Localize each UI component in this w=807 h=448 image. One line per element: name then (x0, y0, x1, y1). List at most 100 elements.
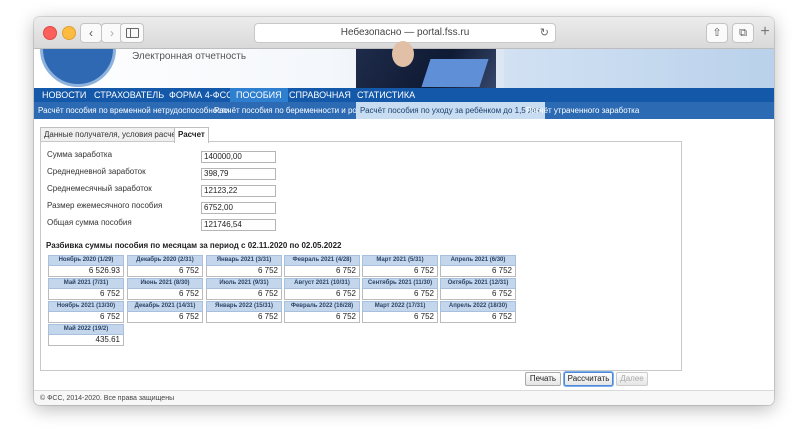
month-amount: 6 752 (362, 312, 438, 323)
main-nav-form-4fss[interactable]: ФОРМА 4-ФСС (169, 88, 233, 102)
label-avg-monthly: Среднемесячный заработок (47, 184, 152, 193)
sub-nav-child-care[interactable]: Расчёт пособия по уходу за ребёнком до 1… (356, 102, 545, 119)
total-benefit-field[interactable]: 121746,54 (201, 219, 276, 231)
month-label: Февраль 2021 (4/28) (284, 255, 360, 266)
tab-calculation[interactable]: Расчет (174, 127, 209, 143)
next-button[interactable]: Далее (616, 372, 648, 386)
month-cell: Декабрь 2020 (2/31) 6 752 (127, 255, 203, 277)
chevron-right-icon: › (110, 26, 114, 40)
month-cell: Октябрь 2021 (12/31) 6 752 (440, 278, 516, 300)
month-label: Октябрь 2021 (12/31) (440, 278, 516, 289)
month-amount: 6 752 (284, 312, 360, 323)
month-cell: Май 2022 (19/2) 435.61 (48, 324, 124, 346)
month-amount: 6 752 (440, 266, 516, 277)
sidebar-toggle-button[interactable] (120, 23, 144, 43)
month-cell: Январь 2021 (3/31) 6 752 (206, 255, 282, 277)
banner-background (504, 49, 774, 88)
month-label: Февраль 2022 (16/28) (284, 301, 360, 312)
month-label: Июнь 2021 (8/30) (127, 278, 203, 289)
month-amount: 6 752 (127, 289, 203, 300)
sub-nav-lost-earnings[interactable]: Расчёт утраченного заработка (526, 102, 639, 119)
month-cell: Февраль 2021 (4/28) 6 752 (284, 255, 360, 277)
main-nav-benefits[interactable]: ПОСОБИЯ (230, 88, 288, 102)
month-label: Январь 2022 (15/31) (206, 301, 282, 312)
print-button[interactable]: Печать (525, 372, 561, 386)
month-cell: Август 2021 (10/31) 6 752 (284, 278, 360, 300)
month-label: Ноябрь 2020 (1/29) (48, 255, 124, 266)
sidebar-icon (126, 28, 139, 38)
month-label: Август 2021 (10/31) (284, 278, 360, 289)
monthly-benefit-field[interactable]: 6752,00 (201, 202, 276, 214)
address-bar[interactable]: Небезопасно — portal.fss.ru ↻ (254, 23, 556, 43)
month-cell: Апрель 2022 (18/30) 6 752 (440, 301, 516, 323)
share-button[interactable]: ⇧ (706, 23, 728, 43)
month-label: Сентябрь 2021 (11/30) (362, 278, 438, 289)
sub-nav: Расчёт пособия по временной нетрудоспосо… (34, 102, 774, 119)
month-amount: 6 752 (48, 289, 124, 300)
month-label: Ноябрь 2021 (13/30) (48, 301, 124, 312)
page-footer: © ФСС, 2014-2020. Все права защищены (34, 390, 774, 405)
month-cell: Март 2022 (17/31) 6 752 (362, 301, 438, 323)
main-nav-statistics[interactable]: СТАТИСТИКА (357, 88, 415, 102)
month-label: Апрель 2021 (6/30) (440, 255, 516, 266)
month-amount: 6 526.93 (48, 266, 124, 277)
main-nav-reference[interactable]: СПРАВОЧНАЯ (289, 88, 351, 102)
month-label: Июль 2021 (9/31) (206, 278, 282, 289)
label-total-benefit: Общая сумма пособия (47, 218, 132, 227)
minimize-window-button[interactable] (62, 26, 76, 40)
month-cell: Ноябрь 2021 (13/30) 6 752 (48, 301, 124, 323)
month-amount: 435.61 (48, 335, 124, 346)
month-label: Май 2021 (7/31) (48, 278, 124, 289)
month-cell: Апрель 2021 (6/30) 6 752 (440, 255, 516, 277)
month-cell: Июнь 2021 (8/30) 6 752 (127, 278, 203, 300)
month-amount: 6 752 (284, 266, 360, 277)
label-monthly-benefit: Размер ежемесячного пособия (47, 201, 163, 210)
breakdown-title: Разбивка суммы пособия по месяцам за пер… (46, 241, 342, 250)
month-label: Март 2021 (5/31) (362, 255, 438, 266)
month-label: Апрель 2022 (18/30) (440, 301, 516, 312)
site-subtitle: Электронная отчетность (132, 51, 247, 62)
main-nav-insurer[interactable]: СТРАХОВАТЕЛЬ (94, 88, 164, 102)
month-cell: Ноябрь 2020 (1/29) 6 526.93 (48, 255, 124, 277)
browser-window: ‹ › Небезопасно — portal.fss.ru ↻ ⇧ ⧉ + … (34, 17, 774, 405)
chevron-left-icon: ‹ (89, 26, 93, 40)
month-amount: 6 752 (440, 289, 516, 300)
month-amount: 6 752 (206, 266, 282, 277)
month-cell: Июль 2021 (9/31) 6 752 (206, 278, 282, 300)
label-avg-daily: Среднедневной заработок (47, 167, 146, 176)
back-button[interactable]: ‹ (80, 23, 102, 43)
new-tab-button[interactable]: + (757, 23, 773, 41)
reload-icon[interactable]: ↻ (540, 24, 549, 42)
sub-nav-maternity[interactable]: Расчёт пособия по беременности и родам (214, 102, 371, 119)
month-cell: Декабрь 2021 (14/31) 6 752 (127, 301, 203, 323)
month-amount: 6 752 (206, 312, 282, 323)
month-label: Январь 2021 (3/31) (206, 255, 282, 266)
calculate-button[interactable]: Рассчитать (564, 372, 613, 386)
month-amount: 6 752 (284, 289, 360, 300)
month-amount: 6 752 (48, 312, 124, 323)
month-amount: 6 752 (362, 289, 438, 300)
month-cell: Февраль 2022 (16/28) 6 752 (284, 301, 360, 323)
month-cell: Март 2021 (5/31) 6 752 (362, 255, 438, 277)
avg-daily-field[interactable]: 398,79 (201, 168, 276, 180)
month-amount: 6 752 (206, 289, 282, 300)
month-amount: 6 752 (127, 266, 203, 277)
address-text: Небезопасно — portal.fss.ru (340, 27, 470, 38)
tabs-overview-button[interactable]: ⧉ (732, 23, 754, 43)
month-cell: Январь 2022 (15/31) 6 752 (206, 301, 282, 323)
close-window-button[interactable] (43, 26, 57, 40)
month-label: Май 2022 (19/2) (48, 324, 124, 335)
month-cell: Сентябрь 2021 (11/30) 6 752 (362, 278, 438, 300)
sub-nav-sick-leave[interactable]: Расчёт пособия по временной нетрудоспосо… (38, 102, 229, 119)
month-label: Декабрь 2021 (14/31) (127, 301, 203, 312)
copyright-text: © ФСС, 2014-2020. Все права защищены (40, 395, 175, 402)
label-earnings-sum: Сумма заработка (47, 150, 113, 159)
main-nav-news[interactable]: НОВОСТИ (42, 88, 86, 102)
fss-logo (34, 49, 126, 88)
tab-recipient-data[interactable]: Данные получателя, условия расчета (40, 127, 188, 142)
share-icon: ⇧ (712, 27, 722, 39)
avg-monthly-field[interactable]: 12123,22 (201, 185, 276, 197)
month-label: Декабрь 2020 (2/31) (127, 255, 203, 266)
earnings-sum-field[interactable]: 140000,00 (201, 151, 276, 163)
month-amount: 6 752 (440, 312, 516, 323)
